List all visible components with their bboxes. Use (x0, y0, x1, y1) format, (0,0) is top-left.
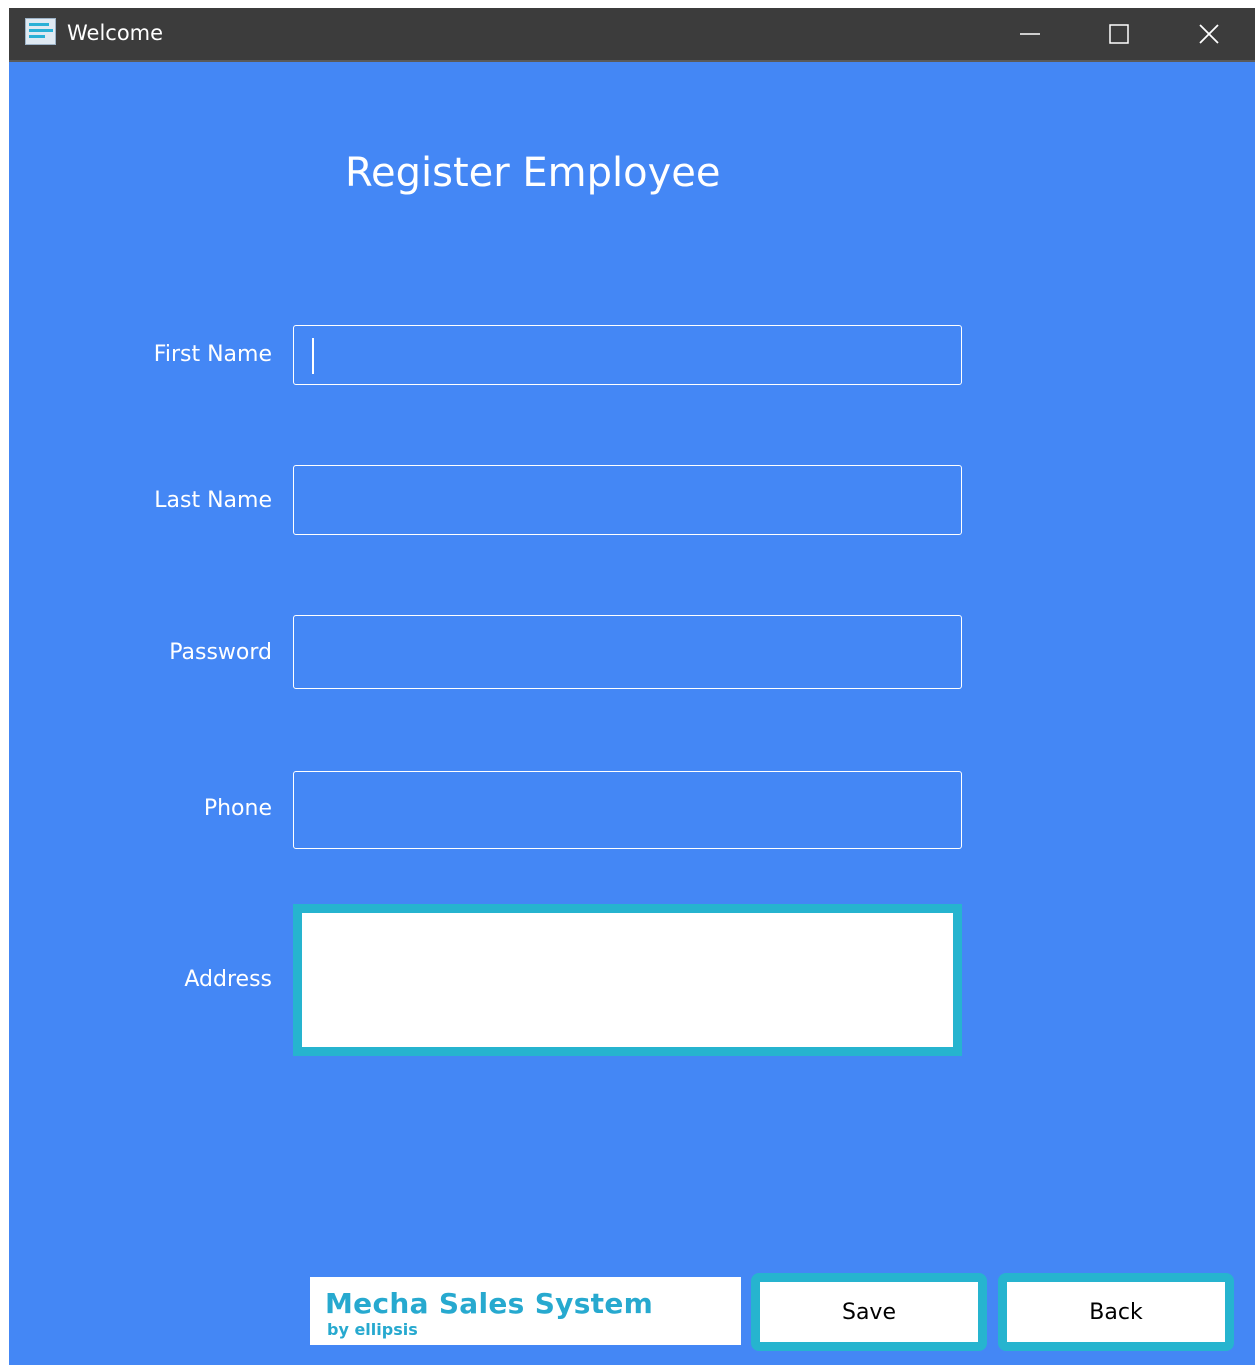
window-title: Welcome (67, 21, 164, 45)
register-window: Welcome Register Employee First Name Las… (9, 8, 1255, 1365)
last-name-field[interactable] (293, 465, 962, 535)
first-name-label: First Name (153, 342, 272, 367)
phone-label: Phone (203, 796, 272, 821)
mecha-sales-logo: Mecha Sales System by ellipsis (310, 1277, 741, 1345)
password-field[interactable] (293, 615, 962, 689)
close-icon (1199, 24, 1219, 44)
address-field[interactable] (293, 904, 962, 1056)
password-label: Password (169, 640, 272, 665)
title-bar[interactable]: Welcome (9, 8, 1255, 62)
phone-field[interactable] (293, 771, 962, 849)
app-icon (25, 18, 56, 45)
minimize-icon (1020, 33, 1040, 35)
logo-title: Mecha Sales System (325, 1287, 654, 1320)
first-name-field[interactable] (293, 325, 962, 385)
page-title: Register Employee (345, 150, 721, 196)
maximize-icon (1109, 24, 1129, 44)
address-label: Address (184, 967, 272, 992)
save-button[interactable]: Save (751, 1273, 987, 1351)
maximize-button[interactable] (1074, 8, 1164, 60)
back-button[interactable]: Back (998, 1273, 1234, 1351)
close-button[interactable] (1164, 8, 1254, 60)
logo-subtitle: by ellipsis (327, 1320, 418, 1339)
text-cursor (312, 338, 314, 374)
last-name-label: Last Name (154, 488, 272, 513)
minimize-button[interactable] (985, 8, 1075, 60)
